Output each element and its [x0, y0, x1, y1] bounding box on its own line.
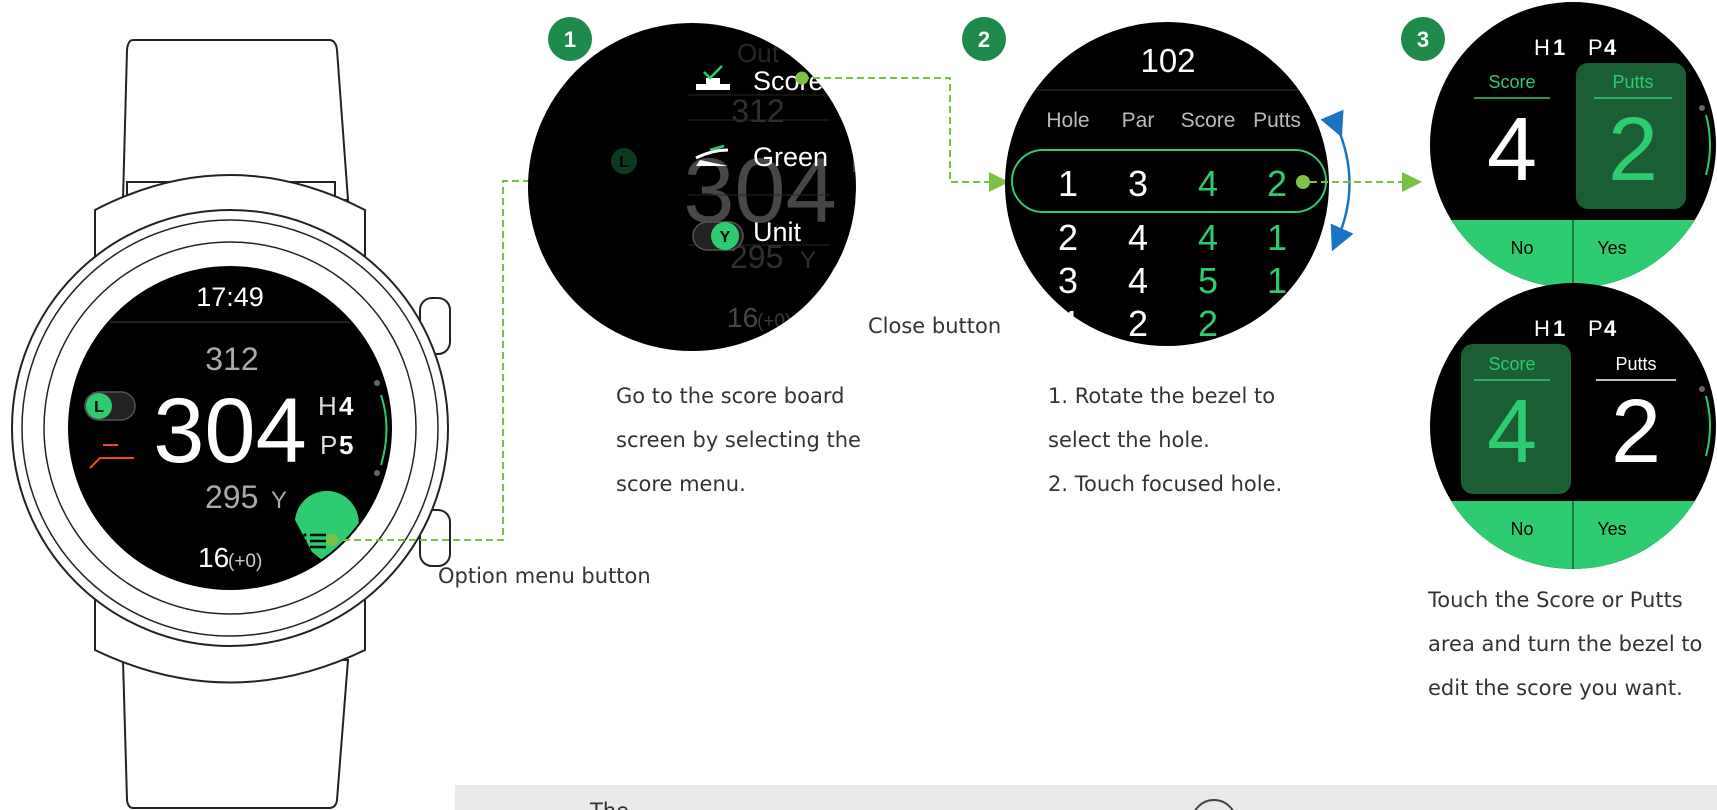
step1-bg-badge: L	[619, 154, 629, 171]
step1-bg-par-value: 5	[872, 187, 886, 217]
scoreboard-header: Hole	[1046, 109, 1089, 132]
watch-unit: Y	[271, 487, 287, 514]
step1-bg-unit: Y	[800, 247, 816, 274]
step3b-par-letter: P	[1588, 316, 1603, 341]
scoreboard-cell[interactable]: 3	[1128, 163, 1148, 204]
step3a-yes-button[interactable]: Yes	[1597, 238, 1626, 258]
scoreboard-header: Score	[1181, 109, 1236, 132]
watch-hole-letter: H	[318, 391, 337, 421]
scoreboard-header: Par	[1122, 109, 1155, 132]
step3-caption-line: area and turn the bezel to	[1428, 632, 1702, 656]
step2-caption-line: 2. Touch focused hole.	[1048, 472, 1282, 496]
smartwatch-illustration: 17:49 312 304 295 Y 16 (+0) H 4 P 5 L	[11, 39, 451, 809]
step3a-putts-label: Putts	[1612, 72, 1653, 92]
scoreboard-cell: 4	[1198, 217, 1218, 258]
step1-panel: 1 Out 312 304 295 Y 16 (+0) H 4 P 5 L Sc…	[528, 17, 1001, 351]
step3a-par-value: 4	[1604, 35, 1617, 60]
step3b-putts-label: Putts	[1615, 354, 1656, 374]
step3a-hole-letter: H	[1534, 35, 1550, 60]
close-icon	[841, 291, 856, 308]
unit-badge: Y	[720, 229, 731, 246]
scoreboard-cell: 4	[1058, 303, 1078, 344]
step1-number: 1	[564, 27, 576, 52]
step3b-no-button[interactable]: No	[1510, 519, 1533, 539]
step1-caption-line: screen by selecting the	[616, 428, 861, 452]
step3b-score-value: 4	[1487, 382, 1537, 482]
step1-caption-line: Go to the score board	[616, 384, 844, 408]
score-area-focused[interactable]: Score 4	[1461, 344, 1571, 494]
step3-panel: 3 H 1 P 4 Score 4 Putts 2 No Yes H 1 P 4…	[1401, 2, 1716, 569]
step3a-putts-value: 2	[1608, 100, 1658, 200]
watch-score-diff: (+0)	[228, 551, 262, 572]
note-strip	[455, 785, 1717, 810]
scoreboard-cell: 1	[1267, 303, 1287, 344]
scoreboard-cell: 2	[1198, 303, 1218, 344]
step1-bg-top: 312	[731, 93, 784, 129]
step2-caption-line: 1. Rotate the bezel to	[1048, 384, 1275, 408]
menu-unit-label: Unit	[753, 217, 802, 247]
scoreboard-cell: 4	[1128, 260, 1148, 301]
step1-bg-hole-letter: H	[851, 148, 870, 178]
scoreboard-cell: 4	[1128, 217, 1148, 258]
step2-panel: 2 102 Hole Par Score Putts 1 3 4 22 4 4 13 4 5 14 2 2 1	[962, 17, 1354, 346]
watch-par-value: 5	[339, 430, 353, 460]
scoreboard-cell[interactable]: 1	[1058, 163, 1078, 204]
step3b-yes-button[interactable]: Yes	[1597, 519, 1626, 539]
scoreboard-cell[interactable]: 2	[1267, 163, 1287, 204]
watch-distance-bottom: 295	[205, 479, 258, 515]
scoreboard-cell[interactable]: 4	[1198, 163, 1218, 204]
step2-caption-line: select the hole.	[1048, 428, 1210, 452]
step1-caption-line: score menu.	[616, 472, 746, 496]
step2-number: 2	[978, 27, 990, 52]
scoreboard-cell: 5	[1198, 260, 1218, 301]
option-menu-label: Option menu button	[438, 564, 651, 588]
menu-green-label: Green	[753, 142, 828, 172]
watch-time: 17:49	[196, 282, 264, 312]
step1-caption: Go to the score board screen by selectin…	[616, 384, 861, 496]
step3b-putts-value: 2	[1611, 382, 1661, 482]
step3a-no-button[interactable]: No	[1510, 238, 1533, 258]
scoreboard-header: Putts	[1253, 109, 1301, 132]
watch-par-letter: P	[320, 430, 337, 460]
l-badge-label: L	[94, 399, 104, 416]
close-button-label: Close button	[868, 314, 1001, 338]
putts-area-focused[interactable]: Putts 2	[1576, 63, 1686, 209]
step1-menu-header: Out	[737, 38, 780, 68]
step1-bg-score: 16	[727, 302, 758, 333]
step1-bg-score-diff: (+0)	[757, 311, 791, 332]
scoreboard-cell: 1	[1267, 260, 1287, 301]
step3b-par-value: 4	[1604, 316, 1617, 341]
watch-hole-value: 4	[339, 391, 354, 421]
scoreboard-cell: 2	[1058, 217, 1078, 258]
menu-score-label: Score	[753, 66, 824, 96]
watch-distance-top: 312	[205, 341, 258, 377]
step3b-hole-value: 1	[1553, 316, 1565, 341]
watch-score: 16	[198, 542, 229, 573]
step3a-par-letter: P	[1588, 35, 1603, 60]
step3a-hole-value: 1	[1553, 35, 1565, 60]
scoreboard-cell: 3	[1058, 260, 1078, 301]
step3a-score-value: 4	[1487, 100, 1537, 200]
step1-bg-par-letter: P	[853, 187, 870, 217]
watch-distance-main: 304	[153, 380, 307, 482]
note-text: The	[589, 799, 629, 810]
diagram-canvas: 17:49 312 304 295 Y 16 (+0) H 4 P 5 L 1 …	[11, 2, 1717, 810]
step3a-score-label: Score	[1488, 72, 1535, 92]
step3-caption-line: edit the score you want.	[1428, 676, 1683, 700]
step2-caption: 1. Rotate the bezel to select the hole. …	[1048, 384, 1282, 496]
step3-caption-line: Touch the Score or Putts	[1427, 588, 1683, 612]
step1-bg-hole-value: 4	[872, 148, 887, 178]
step3b-score-label: Score	[1488, 354, 1535, 374]
step3-caption: Touch the Score or Putts area and turn t…	[1427, 588, 1702, 700]
scoreboard-cell: 2	[1128, 303, 1148, 344]
scoreboard-total: 102	[1140, 42, 1195, 79]
step3b-hole-letter: H	[1534, 316, 1550, 341]
scoreboard-cell: 1	[1267, 217, 1287, 258]
step3-number: 3	[1417, 27, 1429, 52]
